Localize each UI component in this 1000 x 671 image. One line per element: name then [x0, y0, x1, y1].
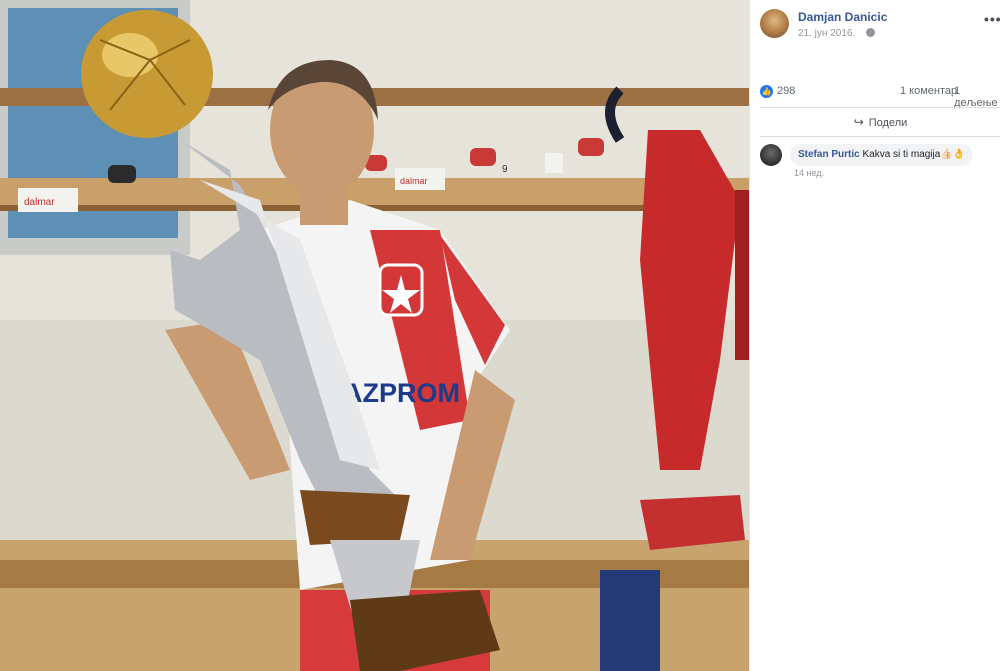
post-sidebar: Damjan Danicic 21. јун 2016. ••• 👍 298 1… — [749, 0, 1000, 671]
sign-right: dalmar — [400, 176, 428, 186]
thumbs-up-icon[interactable]: 👍 — [760, 85, 773, 98]
globe-icon — [866, 28, 875, 37]
share-label: Подели — [868, 117, 908, 129]
comments-count[interactable]: 1 коментар — [900, 85, 957, 97]
post-date[interactable]: 21. јун 2016. — [798, 28, 855, 39]
hook-number: 9 — [502, 164, 508, 175]
photo-scene: dalmar dalmar 9 GAZPROM — [0, 0, 749, 671]
shares-count[interactable]: 1 дељење — [954, 85, 1000, 109]
post-photo[interactable]: dalmar dalmar 9 GAZPROM — [0, 0, 749, 671]
share-arrow-icon: ↪ — [853, 115, 864, 129]
comment-time[interactable]: 14 нед. — [794, 168, 824, 178]
comment-bubble: Stefan Purtic Kakva si ti magija👍🏻👌 — [790, 144, 974, 166]
divider — [760, 107, 1000, 108]
share-button[interactable]: ↪ Подели — [760, 110, 1000, 134]
comment-text: Kakva si ti magija👍🏻👌 — [862, 149, 966, 160]
comment-author[interactable]: Stefan Purtic — [798, 149, 860, 160]
ellipsis-icon[interactable]: ••• — [984, 11, 1000, 27]
author-avatar[interactable] — [760, 9, 789, 38]
divider — [760, 136, 1000, 137]
author-name[interactable]: Damjan Danicic — [798, 10, 887, 24]
like-count[interactable]: 298 — [777, 85, 795, 97]
commenter-avatar[interactable] — [760, 144, 782, 166]
post-header: Damjan Danicic 21. јун 2016. ••• — [760, 9, 1000, 43]
reaction-bar: 👍 298 1 коментар 1 дељење — [760, 84, 1000, 109]
sign-left: dalmar — [24, 197, 55, 208]
